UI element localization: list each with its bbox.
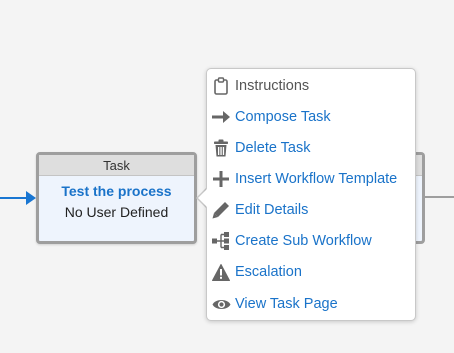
task-node-title[interactable]: Test the process	[39, 183, 194, 199]
menu-item-insert-workflow-template[interactable]: Insert Workflow Template	[207, 165, 415, 193]
workflow-canvas: Task Test the process No User Defined In…	[0, 0, 454, 353]
trash-icon	[211, 138, 231, 158]
menu-item-view-task-page[interactable]: View Task Page	[207, 290, 415, 318]
sitemap-icon	[211, 231, 231, 251]
warning-icon	[211, 262, 231, 282]
pencil-icon	[211, 200, 231, 220]
incoming-connector	[0, 197, 28, 199]
clipboard-icon	[211, 76, 231, 96]
menu-item-label: View Task Page	[235, 296, 338, 312]
menu-item-edit-details[interactable]: Edit Details	[207, 196, 415, 224]
menu-item-label: Escalation	[235, 264, 302, 280]
menu-item-label: Edit Details	[235, 202, 309, 218]
menu-item-escalation[interactable]: Escalation	[207, 258, 415, 286]
menu-item-delete-task[interactable]: Delete Task	[207, 134, 415, 162]
menu-item-label: Instructions	[235, 78, 310, 94]
arrow-right-icon	[211, 107, 231, 127]
menu-pointer-fill	[198, 188, 208, 208]
menu-item-label: Insert Workflow Template	[235, 171, 398, 187]
menu-item-instructions: Instructions	[207, 72, 415, 100]
plus-icon	[211, 169, 231, 189]
outgoing-connector	[424, 196, 454, 198]
menu-item-label: Compose Task	[235, 109, 331, 125]
eye-icon	[211, 294, 231, 314]
menu-item-create-sub-workflow[interactable]: Create Sub Workflow	[207, 227, 415, 255]
menu-item-label: Delete Task	[235, 140, 311, 156]
menu-item-label: Create Sub Workflow	[235, 233, 372, 249]
incoming-arrow-icon	[26, 191, 36, 205]
task-context-menu: Instructions Compose Task Delete Task In…	[206, 68, 416, 321]
task-node-header: Task	[39, 155, 194, 176]
task-node-assignee: No User Defined	[64, 204, 169, 220]
menu-item-compose-task[interactable]: Compose Task	[207, 103, 415, 131]
task-node[interactable]: Task Test the process No User Defined	[36, 152, 197, 244]
